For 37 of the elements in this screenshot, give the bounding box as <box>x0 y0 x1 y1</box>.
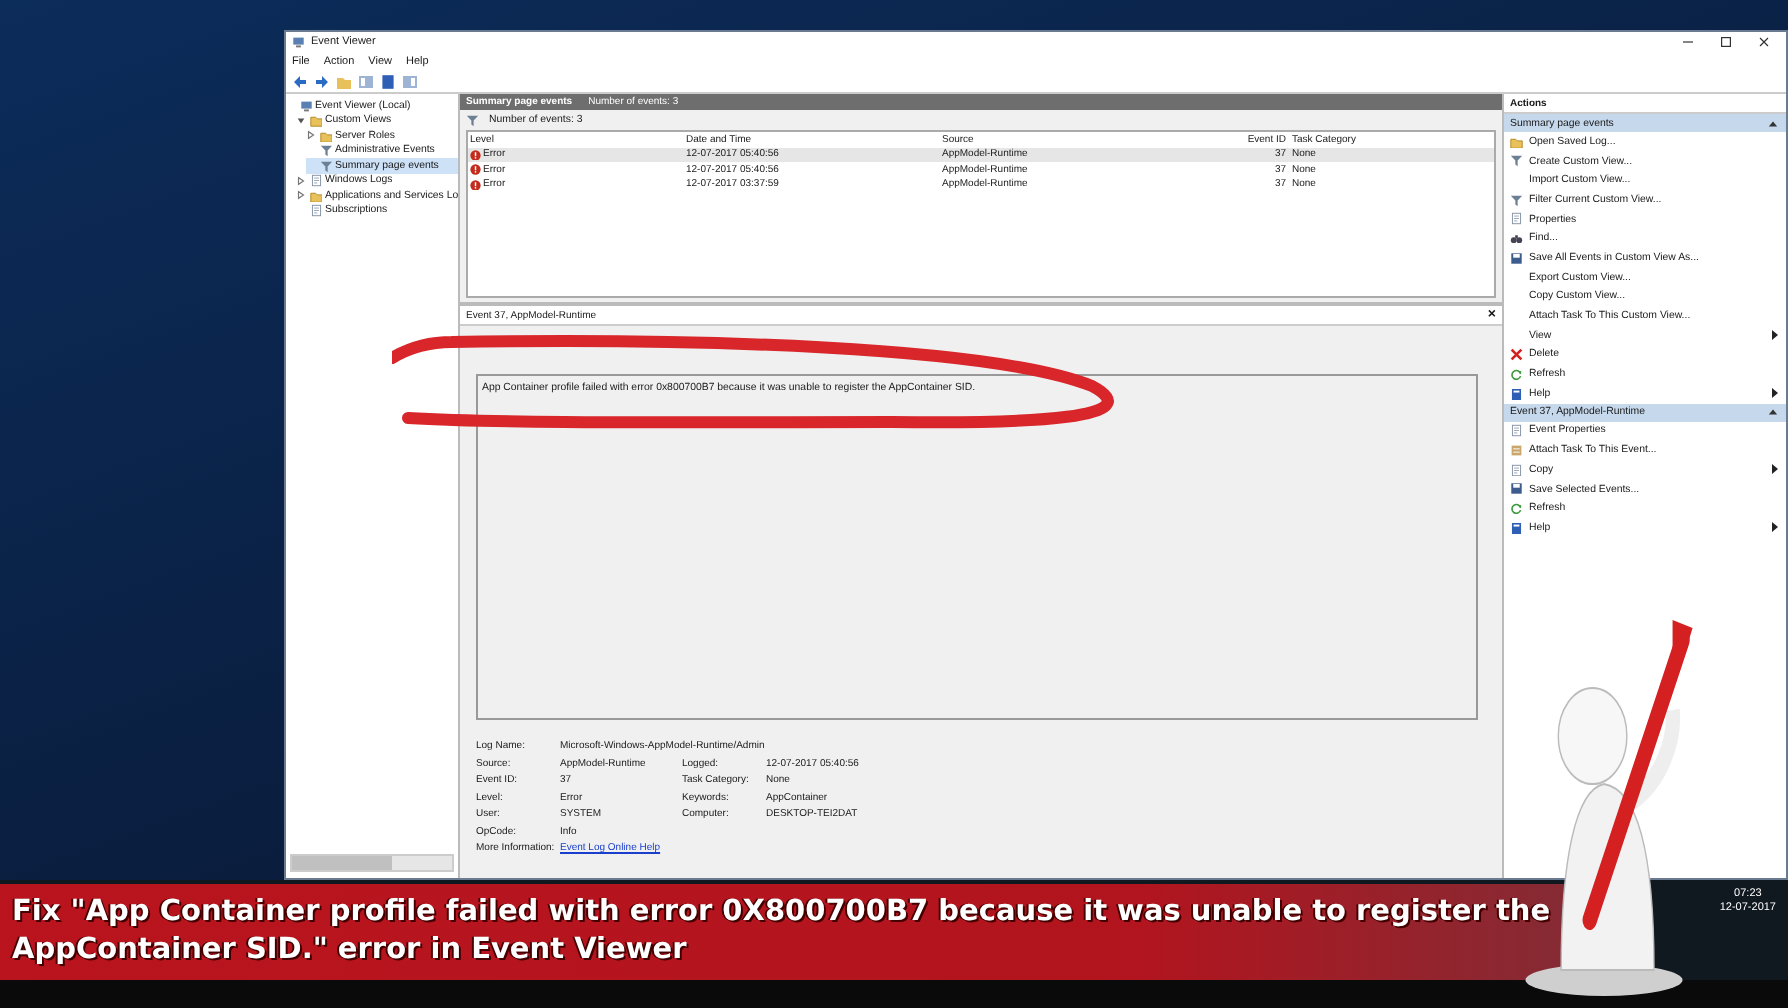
computer-icon <box>299 99 312 112</box>
expand-arrow-icon[interactable] <box>306 130 316 141</box>
expand-arrow-icon[interactable] <box>296 175 306 186</box>
filter-icon <box>1510 193 1523 207</box>
computer-icon <box>292 35 305 49</box>
minimize-icon[interactable] <box>1682 36 1694 48</box>
back-arrow-icon[interactable] <box>292 73 308 89</box>
collapse-arrow-icon[interactable] <box>296 115 306 126</box>
help-book-icon[interactable] <box>380 73 396 89</box>
submenu-arrow-icon <box>1772 464 1778 475</box>
log-icon <box>309 204 322 217</box>
help-book-icon <box>1510 521 1523 535</box>
help-book-icon <box>1510 387 1523 401</box>
submenu-arrow-icon <box>1772 522 1778 533</box>
log-icon <box>309 174 322 187</box>
submenu-arrow-icon <box>1772 388 1778 399</box>
document-icon <box>1510 424 1523 438</box>
document-icon <box>1510 212 1523 226</box>
filter-icon <box>1510 154 1523 168</box>
refresh-icon <box>1510 367 1523 381</box>
binoculars-icon <box>1510 232 1523 246</box>
task-icon <box>1510 443 1523 457</box>
folder-icon <box>1510 135 1523 149</box>
maximize-icon[interactable] <box>1720 36 1732 48</box>
forward-arrow-icon[interactable] <box>314 73 330 89</box>
refresh-icon <box>1510 501 1523 515</box>
caption-text: Fix "App Container profile failed with error 0X800700B7 because it was unable to register the AppContainer SID." error in Event Viewer <box>12 894 1553 970</box>
folder-icon <box>309 189 322 202</box>
delete-icon <box>1510 348 1523 362</box>
expand-arrow-icon[interactable] <box>296 190 306 201</box>
collapse-arrow-icon[interactable] <box>1768 119 1778 127</box>
submenu-arrow-icon <box>1772 330 1778 341</box>
collapse-arrow-icon[interactable] <box>1768 408 1778 417</box>
close-icon[interactable] <box>1758 36 1770 48</box>
copy-icon <box>1510 463 1523 477</box>
filter-icon <box>466 113 479 127</box>
horizontal-scrollbar[interactable] <box>290 854 454 872</box>
